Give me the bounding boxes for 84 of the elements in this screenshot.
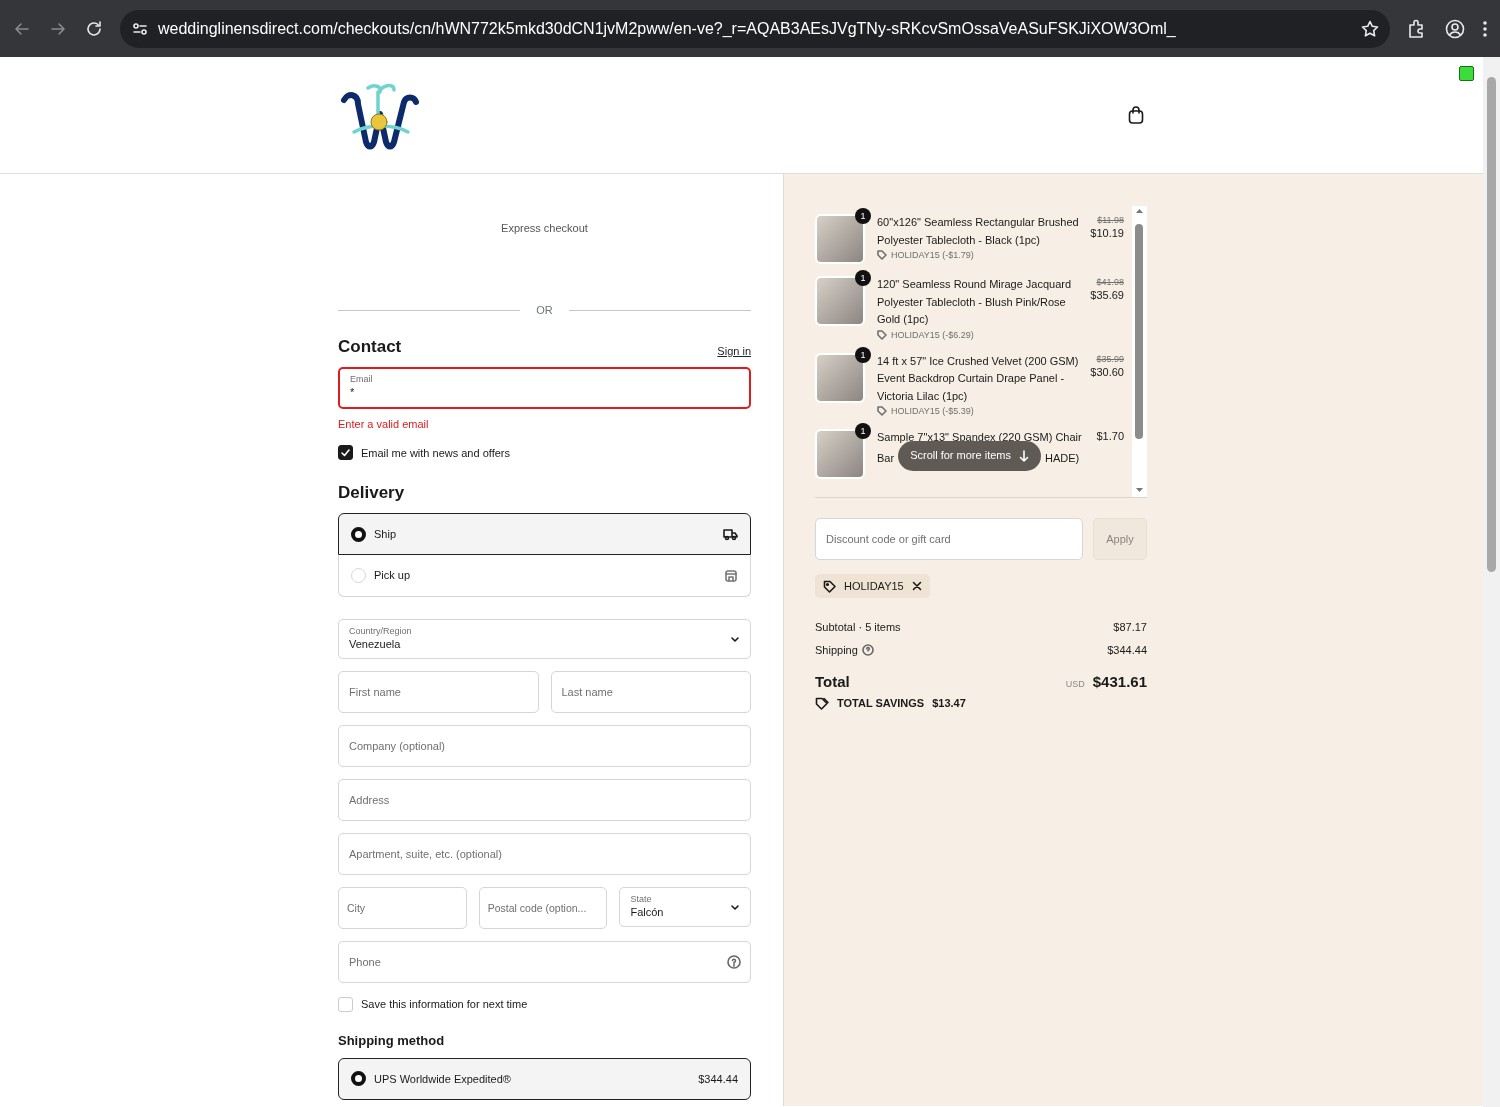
- discount-label: HOLIDAY15 (-$5.39): [891, 405, 974, 418]
- discount-code: HOLIDAY15: [844, 578, 904, 594]
- section-title: Delivery: [338, 482, 406, 505]
- option-label: Ship: [374, 527, 398, 542]
- sign-in-link[interactable]: Sign in: [717, 343, 751, 359]
- section-title: Shipping method: [338, 1032, 446, 1050]
- discount-label: HOLIDAY15 (-$6.29): [891, 328, 974, 341]
- quantity-badge: 1: [855, 346, 871, 363]
- input-field[interactable]: Address: [338, 779, 751, 822]
- express-checkout-label: Express checkout: [500, 221, 589, 236]
- input-field[interactable]: Postal code (option...: [478, 887, 608, 930]
- summary-label: Shipping: [815, 642, 858, 658]
- quantity-badge: 1: [855, 423, 871, 440]
- scrollbar[interactable]: [1483, 57, 1500, 1107]
- original-price: $41.98: [1095, 276, 1124, 289]
- product-name: HADE): [1045, 451, 1080, 467]
- truck-icon: [722, 527, 738, 542]
- checkmark-icon: [340, 447, 351, 459]
- input-field[interactable]: First name: [338, 671, 539, 714]
- section-title: Contact: [338, 335, 402, 358]
- discount-field[interactable]: Discount code or gift card: [815, 518, 1083, 560]
- scrollbar[interactable]: [1132, 206, 1147, 497]
- total-value: $431.61: [1092, 671, 1147, 692]
- menu-icon[interactable]: [1482, 18, 1488, 39]
- product-name: 14 ft x 57" Ice Crushed Velvet (200 GSM) Event Backdrop Curtain Drape Panel - Victoria Lilac (1pc): [877, 353, 1080, 404]
- currency-label: USD: [1065, 677, 1085, 690]
- option-label: UPS Worldwide Expedited®: [374, 1071, 512, 1087]
- input-field[interactable]: City: [338, 887, 467, 930]
- savings-label: TOTAL SAVINGS: [837, 695, 925, 711]
- input-field[interactable]: Company (optional): [338, 725, 751, 768]
- radio-button[interactable]: [351, 526, 366, 542]
- help-icon[interactable]: [727, 955, 741, 970]
- option-label: Pick up: [374, 568, 412, 584]
- total-label: Total: [815, 671, 850, 692]
- checkbox[interactable]: [338, 445, 353, 461]
- divider-label: OR: [536, 302, 553, 318]
- shipping-option[interactable]: UPS Worldwide Expedited® $344.44: [338, 1057, 751, 1100]
- input-field[interactable]: Last name: [550, 671, 751, 714]
- select-field[interactable]: State Falcón: [619, 887, 751, 928]
- tag-icon: [823, 579, 836, 593]
- summary-label: Subtotal · 5 items: [815, 620, 901, 635]
- input-field[interactable]: Phone: [338, 941, 751, 984]
- quantity-badge: 1: [855, 208, 871, 224]
- price: $35.69: [1090, 288, 1124, 303]
- status-indicator-icon: [1459, 66, 1474, 81]
- star-icon[interactable]: [1360, 18, 1380, 39]
- tag-icon: [877, 329, 887, 340]
- store-icon: [724, 568, 738, 583]
- radio-button[interactable]: [351, 1071, 366, 1087]
- shopping-bag-icon[interactable]: [1127, 105, 1145, 125]
- price: $1.70: [1096, 429, 1124, 445]
- product-name: 60"x126" Seamless Rectangular Brushed Polyester Tablecloth - Black (1pc): [877, 215, 1080, 248]
- option-price: $344.44: [698, 1071, 738, 1087]
- product-name: Bar: [877, 451, 895, 467]
- tag-icon: [877, 406, 887, 417]
- tags-icon: [815, 696, 829, 710]
- summary-value: $87.17: [1113, 620, 1147, 635]
- checkbox-label: Email me with news and offers: [361, 445, 510, 461]
- chevron-down-icon: [730, 634, 740, 645]
- checkbox-label: Save this information for next time: [361, 997, 528, 1013]
- error-message: Enter a valid email: [338, 416, 430, 432]
- address-bar[interactable]: weddinglinensdirect.com/checkouts/cn/hWN772k5mkd30dCN1jvM2pww/en-ve?_r=AQAB3AEsJVgTNy-sRKcvSmOssaVeASuFSKJiXOW3Oml_: [120, 9, 1390, 48]
- quantity-badge: 1: [855, 270, 871, 286]
- delivery-option[interactable]: Ship: [338, 513, 751, 556]
- url-text: weddinglinensdirect.com/checkouts/cn/hWN772k5mkd30dCN1jvM2pww/en-ve?_r=AQAB3AEsJVgTNy-sRKcvSmOssaVeASuFSKJiXOW3Oml_: [158, 18, 1177, 39]
- savings-value: $13.47: [932, 695, 966, 711]
- tag-icon: [877, 250, 887, 261]
- discount-label: HOLIDAY15 (-$1.79): [891, 249, 974, 262]
- delivery-option[interactable]: Pick up: [338, 555, 751, 598]
- original-price: $35.99: [1095, 352, 1124, 365]
- email-field[interactable]: Email *: [338, 366, 751, 409]
- arrow-down-icon: [1019, 449, 1029, 462]
- input-field[interactable]: Apartment, suite, etc. (optional): [338, 833, 751, 876]
- reload-icon[interactable]: [84, 18, 104, 39]
- product-name: 120" Seamless Round Mirage Jacquard Polyester Tablecloth - Blush Pink/Rose Gold (1pc): [877, 277, 1073, 327]
- remove-icon[interactable]: [911, 581, 922, 591]
- price: $30.60: [1090, 364, 1124, 380]
- select-field[interactable]: Country/Region Venezuela: [338, 619, 751, 660]
- price: $10.19: [1090, 226, 1124, 241]
- summary-value: $344.44: [1107, 642, 1147, 658]
- original-price: $11.98: [1096, 214, 1124, 227]
- chevron-down-icon: [730, 902, 740, 913]
- profile-icon[interactable]: [1444, 17, 1466, 40]
- help-icon[interactable]: [861, 644, 874, 657]
